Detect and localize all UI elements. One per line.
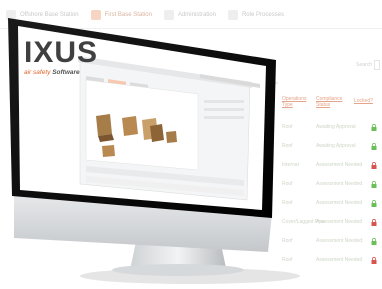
sample-image bbox=[122, 116, 138, 136]
sample-image bbox=[150, 124, 164, 142]
logo-brand: IXUS bbox=[24, 36, 99, 69]
sample-image bbox=[102, 145, 115, 157]
screen-row bbox=[204, 100, 244, 103]
screen-table bbox=[204, 100, 244, 119]
ixus-logo: IXUS air safety Software bbox=[24, 36, 99, 77]
screen-row bbox=[204, 108, 244, 111]
sample-image bbox=[96, 114, 112, 136]
monitor-stand-base bbox=[112, 264, 244, 276]
sample-image bbox=[166, 131, 177, 143]
logo-tagline: air safety Software bbox=[24, 69, 80, 76]
screen-row bbox=[204, 116, 244, 119]
